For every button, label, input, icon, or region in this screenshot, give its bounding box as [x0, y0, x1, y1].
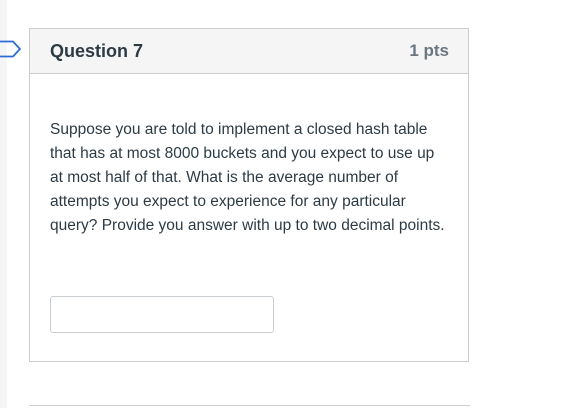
question-title: Question 7: [50, 40, 144, 61]
question-header: Question 7 1 pts: [30, 29, 468, 74]
question-text: Suppose you are told to implement a clos…: [50, 121, 445, 234]
quiz-page: Question 7 1 pts Suppose you are told to…: [0, 0, 572, 408]
question-points: 1 pts: [409, 41, 449, 60]
question-card: Question 7 1 pts Suppose you are told to…: [29, 28, 469, 362]
left-rail: [0, 0, 7, 408]
next-question-divider: [29, 405, 470, 406]
flag-outline-icon[interactable]: [0, 40, 22, 58]
answer-input[interactable]: [50, 296, 274, 333]
